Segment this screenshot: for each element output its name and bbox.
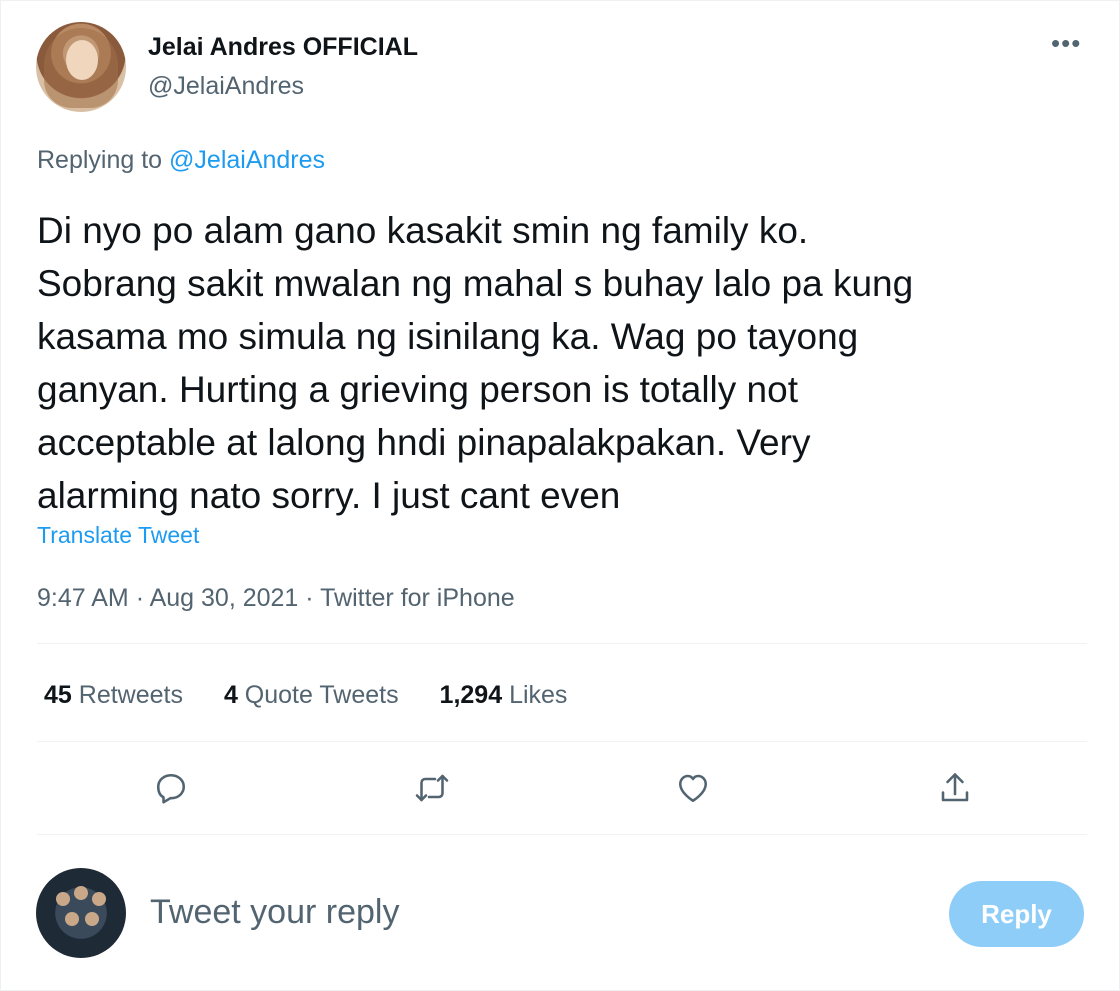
- like-icon[interactable]: [671, 766, 715, 810]
- author-avatar[interactable]: [36, 22, 126, 112]
- replying-prefix: Replying to: [37, 146, 163, 174]
- tweet-meta: 9:47 AM · Aug 30, 2021 · Twitter for iPh…: [37, 584, 515, 613]
- reply-input[interactable]: [150, 893, 850, 932]
- quote-tweets-stat[interactable]: 4 Quote Tweets: [224, 681, 399, 710]
- action-bar: [0, 766, 1120, 810]
- tweet-time[interactable]: 9:47 AM: [37, 584, 129, 612]
- retweets-stat[interactable]: 45 Retweets: [44, 681, 183, 710]
- user-avatar[interactable]: [36, 868, 126, 958]
- tweet-stats: 45 Retweets 4 Quote Tweets 1,294 Likes: [44, 681, 601, 710]
- tweet-text: Di nyo po alam gano kasakit smin ng fami…: [37, 210, 914, 516]
- author-name[interactable]: Jelai Andres OFFICIAL: [148, 33, 418, 62]
- share-icon[interactable]: [933, 766, 977, 810]
- divider: [37, 741, 1087, 742]
- translate-tweet-link[interactable]: Translate Tweet: [37, 522, 199, 549]
- divider: [37, 834, 1087, 835]
- reply-icon[interactable]: [149, 766, 193, 810]
- tweet-source[interactable]: Twitter for iPhone: [320, 584, 515, 612]
- reply-button[interactable]: Reply: [949, 881, 1084, 947]
- more-horizontal-icon[interactable]: •••: [1051, 28, 1081, 59]
- tweet-date[interactable]: Aug 30, 2021: [150, 584, 299, 612]
- replying-mention-link[interactable]: @JelaiAndres: [169, 146, 325, 174]
- author-handle[interactable]: @JelaiAndres: [148, 72, 304, 101]
- meta-separator: ·: [135, 584, 150, 612]
- retweet-icon[interactable]: [410, 766, 454, 810]
- divider: [37, 643, 1087, 644]
- likes-stat[interactable]: 1,294 Likes: [440, 681, 568, 710]
- meta-separator: ·: [305, 584, 321, 612]
- replying-to: Replying to @JelaiAndres: [37, 146, 325, 175]
